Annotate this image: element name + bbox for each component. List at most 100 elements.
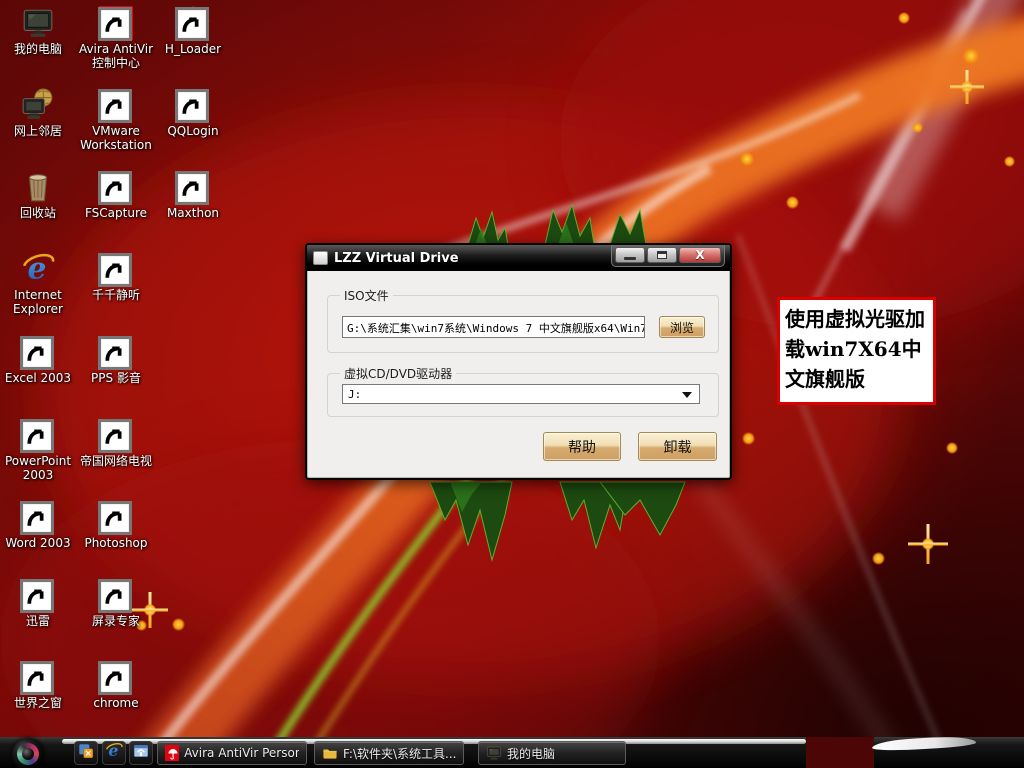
desktop-icon-chrome[interactable]: chrome (78, 660, 154, 710)
task-label: F:\软件夹\系统工具... (343, 745, 456, 762)
desktop-icon-screen-recorder[interactable]: 屏录专家 (78, 578, 154, 628)
icon-label: VMware Workstation (78, 124, 154, 152)
icon-label: 世界之窗 (0, 696, 76, 710)
unload-button[interactable]: 卸载 (638, 432, 717, 461)
icon-label: Photoshop (78, 536, 154, 550)
taskbar: e Avira AntiVir Person... F:\软件夹\系统工具... 我… (0, 737, 1024, 768)
desktop-icon-recycle-bin[interactable]: 回收站 (0, 170, 76, 220)
desktop-icon-pps[interactable]: PPSPPS 影音 (78, 335, 154, 385)
close-button[interactable]: X (679, 247, 721, 263)
sparkle (946, 442, 958, 454)
sparkle (742, 432, 755, 445)
lzz-virtual-drive-window: LZZ Virtual Drive X ISO文件 G:\系统汇集\win7系统… (305, 243, 732, 480)
fscapture-icon (99, 170, 133, 204)
window-icon (313, 251, 328, 265)
task-label: Avira AntiVir Person... (184, 746, 299, 760)
maximize-icon (657, 251, 667, 259)
thunder-icon (21, 578, 55, 612)
empire-tv-icon (99, 418, 133, 452)
sparkle-star (908, 524, 948, 564)
icon-label: 帝国网络电视 (78, 454, 154, 468)
desktop-icon-fscapture[interactable]: FSCapture (78, 170, 154, 220)
recycle-bin-icon (21, 170, 55, 204)
desktop-icon-vmware[interactable]: VMware Workstation (78, 88, 154, 152)
desktop-icon-avira[interactable]: Avira AntiVir 控制中心 (78, 6, 154, 70)
window-controls: X (611, 245, 725, 267)
avira-icon (99, 6, 133, 40)
desktop-icon-my-computer[interactable]: 我的电脑 (0, 6, 76, 56)
icon-label: FSCapture (78, 206, 154, 220)
desktop-icon-empire-tv[interactable]: 帝国网络电视 (78, 418, 154, 468)
icon-label: H_Loader (155, 42, 231, 56)
internet-explorer-icon: e (105, 742, 123, 764)
desktop-icon-word[interactable]: W Word 2003 (0, 500, 76, 550)
help-button[interactable]: 帮助 (543, 432, 621, 461)
chevron-down-icon (682, 392, 692, 398)
taskbar-task-1[interactable]: Avira AntiVir Person... (157, 741, 307, 765)
virtual-drive-group-label: 虚拟CD/DVD驱动器 (340, 365, 456, 382)
internet-explorer-icon: e (21, 252, 55, 286)
sparkle (963, 48, 979, 64)
task-label: 我的电脑 (507, 745, 555, 762)
close-icon: X (695, 248, 704, 262)
avira-icon (165, 745, 179, 761)
desktop-icon-world-window[interactable]: 世界之窗 (0, 660, 76, 710)
desktop-icon-qqlogin[interactable]: CFQQLogin (155, 88, 231, 138)
pps-icon: PPS (99, 335, 133, 369)
sparkle (172, 618, 185, 631)
my-computer-icon (21, 6, 55, 40)
quick-launch-internet-explorer[interactable]: e (102, 741, 126, 765)
quick-launch-windows-explorer[interactable] (129, 741, 153, 765)
drive-select-value: J: (348, 388, 361, 401)
show-desktop-icon (77, 742, 95, 764)
desktop-icon-maxthon[interactable]: mMaxthon (155, 170, 231, 220)
icon-label: 屏录专家 (78, 614, 154, 628)
desktop-icon-excel[interactable]: XExcel 2003 (0, 335, 76, 385)
icon-label: Internet Explorer (0, 288, 76, 316)
sparkle (898, 12, 910, 24)
my-computer-icon (486, 745, 502, 761)
sparkle (912, 122, 923, 133)
icon-label: 回收站 (0, 206, 76, 220)
quick-launch-show-desktop[interactable] (74, 741, 98, 765)
powerpoint-icon (21, 418, 55, 452)
browse-button[interactable]: 浏览 (659, 316, 705, 338)
desktop-icon-network-places[interactable]: 网上邻居 (0, 88, 76, 138)
icon-label: 迅雷 (0, 614, 76, 628)
network-places-icon (21, 88, 55, 122)
icon-label: chrome (78, 696, 154, 710)
sparkle (740, 152, 754, 166)
icon-label: Word 2003 (0, 536, 76, 550)
taskbar-task-2[interactable]: F:\软件夹\系统工具... (314, 741, 464, 765)
maximize-button[interactable] (647, 247, 677, 263)
minimize-icon (624, 257, 636, 260)
desktop-icon-h-loader[interactable]: H_Loader (155, 6, 231, 56)
minimize-button[interactable] (615, 247, 645, 263)
desktop-icon-internet-explorer[interactable]: eInternet Explorer (0, 252, 76, 316)
desktop-screen: 我的电脑Avira AntiVir 控制中心H_Loader网上邻居VMware… (0, 0, 1024, 768)
desktop-icon-photoshop[interactable]: Ps Photoshop (78, 500, 154, 550)
iso-path-input[interactable]: G:\系统汇集\win7系统\Windows 7 中文旗舰版x64\Win7 (342, 316, 645, 338)
folder-icon (322, 745, 338, 761)
icon-label: QQLogin (155, 124, 231, 138)
word-icon: W (21, 500, 55, 534)
start-button[interactable] (12, 738, 44, 768)
desktop-icon-ttplayer[interactable]: 千千静听 (78, 252, 154, 302)
taskbar-task-3[interactable]: 我的电脑 (478, 741, 626, 765)
start-orb-pupil (22, 748, 34, 760)
desktop-icon-thunder[interactable]: 迅雷 (0, 578, 76, 628)
icon-label: 我的电脑 (0, 42, 76, 56)
sparkle-star (950, 70, 984, 104)
desktop-icon-powerpoint[interactable]: PowerPoint 2003 (0, 418, 76, 482)
excel-icon: X (21, 335, 55, 369)
icon-label: 千千静听 (78, 288, 154, 302)
drive-select[interactable]: J: (342, 384, 700, 404)
photoshop-icon: Ps (99, 500, 133, 534)
taskbar-gap (806, 737, 874, 768)
icon-label: Maxthon (155, 206, 231, 220)
windows-explorer-icon (132, 742, 150, 764)
window-titlebar[interactable]: LZZ Virtual Drive X (307, 245, 730, 271)
icon-label: Avira AntiVir 控制中心 (78, 42, 154, 70)
icon-label: 网上邻居 (0, 124, 76, 138)
screen-recorder-icon (99, 578, 133, 612)
